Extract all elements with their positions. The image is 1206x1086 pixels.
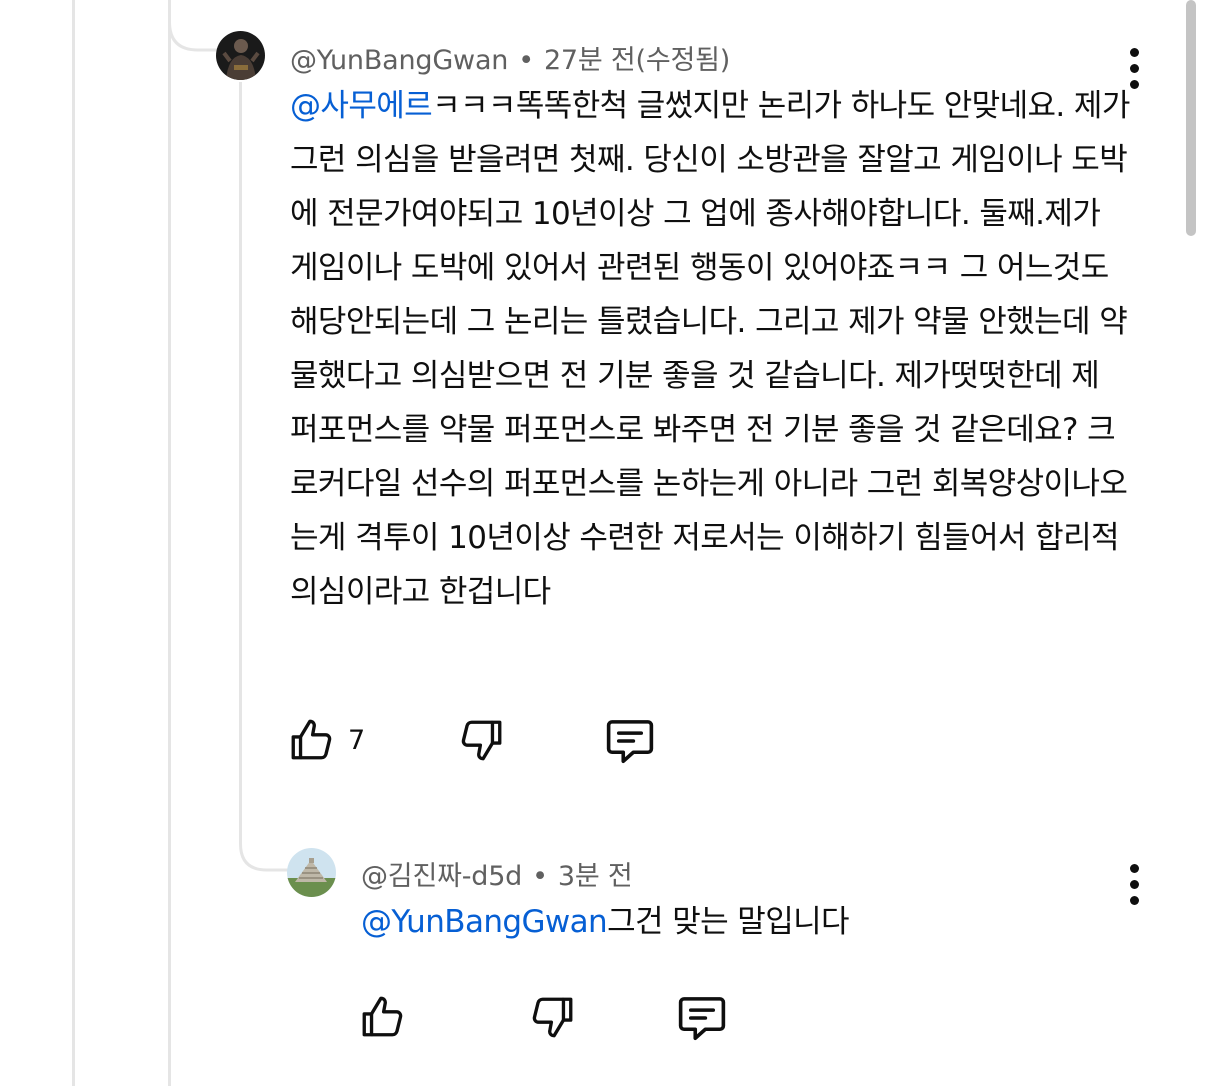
reply-dislike-button[interactable] [527, 992, 577, 1044]
thumbs-down-icon [532, 997, 573, 1038]
comment-text: ㅋㅋㅋ똑똑한척 글썼지만 논리가 하나도 안맞네요. 제가 그런 의심을 받을려… [290, 88, 1130, 610]
comment-icon [678, 997, 726, 1041]
reply-thread-line [239, 82, 242, 842]
reply-time[interactable]: 3분 전 [558, 861, 633, 892]
dot-2 [1129, 63, 1139, 73]
mention-link[interactable]: @사무에르 [290, 88, 433, 124]
reply-like-button[interactable] [358, 990, 408, 1042]
meta-separator: • [518, 45, 534, 76]
reply-thread-curve [239, 830, 289, 872]
comment-time[interactable]: 27분 전(수정됨) [544, 45, 730, 76]
dot-1 [1129, 863, 1139, 873]
reply-author-name[interactable]: @김진짜-d5d [361, 861, 522, 892]
reply-reply-button[interactable] [675, 991, 729, 1045]
comment-icon [606, 720, 654, 764]
reply-body: @YunBangGwan그건 맞는 말입니다 [361, 895, 1121, 949]
dot-1 [1129, 47, 1139, 57]
thumbs-down-icon [461, 720, 502, 761]
thread-curve [168, 0, 220, 52]
dislike-button[interactable] [456, 715, 506, 767]
reply-mention-link[interactable]: @YunBangGwan [361, 904, 608, 940]
parent-thread-line [168, 0, 171, 1086]
thumbs-up-icon [291, 719, 332, 760]
reply-meta: @김진짜-d5d • 3분 전 [361, 854, 633, 893]
thumbs-up-icon [362, 996, 403, 1037]
scrollbar-thumb[interactable] [1186, 0, 1196, 236]
outer-thread-line [72, 0, 75, 1086]
author-name[interactable]: @YunBangGwan [290, 45, 508, 76]
reply-text: 그건 맞는 말입니다 [607, 904, 849, 940]
dot-3 [1129, 895, 1139, 905]
reply-avatar[interactable] [287, 848, 336, 897]
comment-meta: @YunBangGwan • 27분 전(수정됨) [290, 38, 730, 77]
dot-2 [1129, 879, 1139, 889]
dot-3 [1129, 79, 1139, 89]
like-count: 7 [348, 725, 366, 756]
comment-body: @사무에르ㅋㅋㅋ똑똑한척 글썼지만 논리가 하나도 안맞네요. 제가 그런 의심… [290, 79, 1130, 619]
reply-button[interactable] [603, 714, 657, 768]
like-button[interactable] [287, 713, 337, 765]
avatar[interactable] [216, 31, 265, 80]
meta-separator: • [532, 861, 548, 892]
